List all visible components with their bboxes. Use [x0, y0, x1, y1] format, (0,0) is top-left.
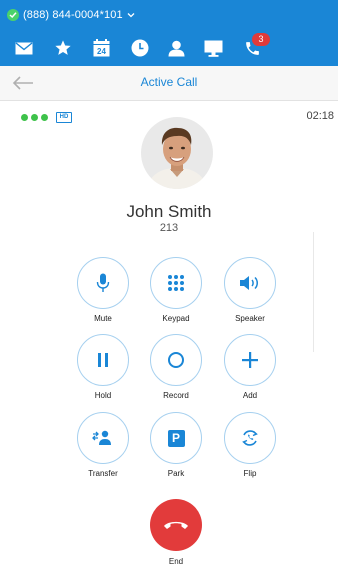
park-button[interactable]: P Park — [146, 412, 206, 478]
missed-calls-badge: 3 — [252, 33, 270, 46]
transfer-button[interactable]: Transfer — [73, 412, 133, 478]
keypad-icon — [168, 275, 184, 291]
microphone-icon — [96, 273, 110, 292]
mute-label: Mute — [94, 314, 112, 323]
chevron-down-icon — [127, 10, 135, 20]
add-label: Add — [242, 391, 258, 400]
flip-icon — [242, 430, 258, 446]
avatar — [141, 117, 213, 189]
call-timer: 02:18 — [306, 110, 334, 122]
page-header: Active Call — [0, 66, 338, 101]
online-status-icon — [7, 9, 19, 21]
divider — [313, 232, 314, 352]
speaker-button[interactable]: Speaker — [220, 257, 280, 323]
record-button[interactable]: Record — [146, 334, 206, 400]
mail-icon[interactable] — [6, 30, 42, 66]
record-icon — [168, 352, 184, 368]
star-icon[interactable] — [45, 30, 81, 66]
monitor-icon[interactable] — [195, 30, 231, 66]
hd-badge: HD — [56, 112, 72, 123]
keypad-button[interactable]: Keypad — [146, 257, 206, 323]
speaker-icon — [240, 276, 258, 290]
contact-icon[interactable] — [158, 30, 194, 66]
pause-icon — [98, 353, 108, 367]
hold-button[interactable]: Hold — [73, 334, 133, 400]
phone-number: (888) 844-0004*101 — [23, 9, 123, 21]
flip-button[interactable]: Flip — [220, 412, 280, 478]
caller-name: John Smith — [126, 202, 212, 221]
keypad-label: Keypad — [162, 314, 190, 323]
add-call-button[interactable]: Add — [220, 334, 280, 400]
page-title: Active Call — [140, 75, 198, 89]
calendar-day: 24 — [97, 47, 106, 56]
mute-button[interactable]: Mute — [73, 257, 133, 323]
calendar-icon[interactable]: 24 — [83, 30, 119, 66]
parking-icon: P — [167, 429, 185, 447]
parking-glyph: P — [171, 431, 180, 445]
signal-strength-icon — [21, 114, 48, 121]
hang-up-icon — [164, 521, 188, 529]
speaker-label: Speaker — [235, 314, 265, 323]
calls-tab[interactable]: 3 — [234, 30, 270, 66]
end-call-button[interactable] — [150, 499, 202, 551]
status-bar: (888) 844-0004*101 — [0, 0, 338, 30]
transfer-icon — [92, 430, 111, 445]
record-label: Record — [163, 391, 189, 400]
nav-toolbar: 24 3 — [0, 30, 338, 66]
hold-label: Hold — [94, 391, 112, 400]
caller-extension: 213 — [159, 222, 179, 234]
transfer-label: Transfer — [88, 469, 118, 478]
end-label: End — [168, 557, 184, 566]
plus-icon — [242, 352, 258, 368]
park-label: Park — [167, 469, 185, 478]
account-selector[interactable]: (888) 844-0004*101 — [23, 9, 135, 21]
clock-icon[interactable] — [122, 30, 158, 66]
flip-label: Flip — [243, 469, 257, 478]
